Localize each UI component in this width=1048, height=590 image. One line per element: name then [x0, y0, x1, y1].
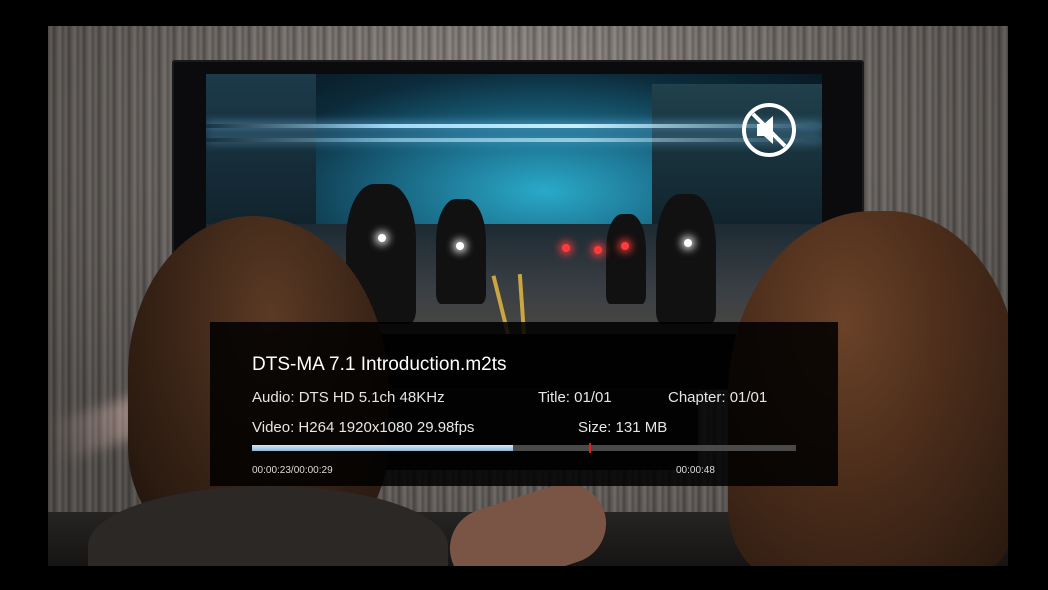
title-info: Title: 01/01	[538, 389, 612, 406]
chapter-marker	[589, 443, 592, 453]
playback-info-panel: DTS-MA 7.1 Introduction.m2ts Audio: DTS …	[210, 322, 838, 486]
video-rider	[436, 199, 486, 304]
file-name: DTS-MA 7.1 Introduction.m2ts	[252, 354, 507, 375]
video-light-beam	[206, 138, 822, 142]
chapter-info: Chapter: 01/01	[668, 389, 768, 406]
video-light-beam	[206, 124, 822, 128]
end-time: 00:00:48	[676, 465, 715, 476]
headlight	[684, 239, 692, 247]
headlight	[456, 242, 464, 250]
audio-info: Audio: DTS HD 5.1ch 48KHz	[252, 389, 445, 406]
taillight	[621, 242, 629, 250]
muted-speaker-icon	[742, 103, 796, 157]
video-info: Video: H264 1920x1080 29.98fps	[252, 419, 475, 436]
video-rider	[606, 214, 646, 304]
elapsed-time: 00:00:23/00:00:29	[252, 465, 333, 476]
taillight	[594, 246, 602, 254]
taillight	[562, 244, 570, 252]
size-info: Size: 131 MB	[578, 419, 668, 436]
progress-bar[interactable]	[252, 443, 796, 453]
headlight	[378, 234, 386, 242]
video-rider	[656, 194, 716, 324]
progress-bar-fill	[252, 445, 514, 451]
